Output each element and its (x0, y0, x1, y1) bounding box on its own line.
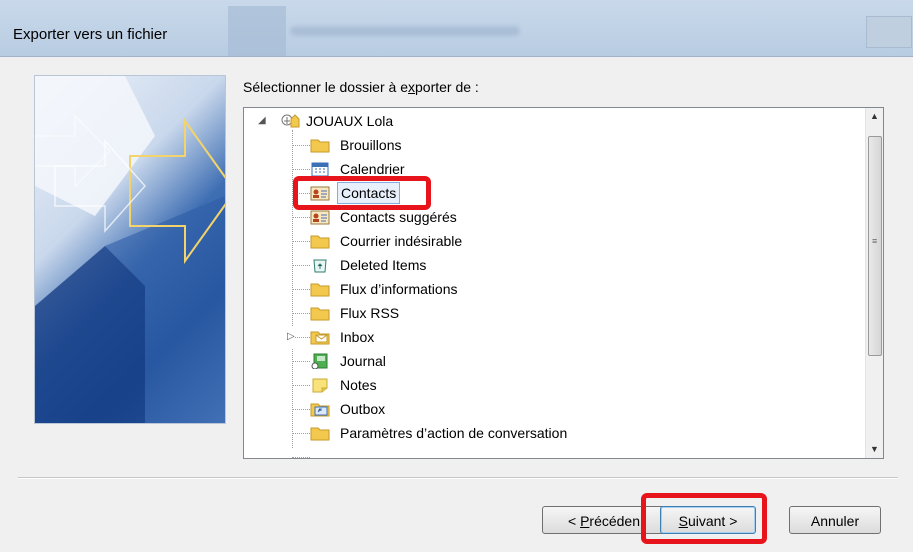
folder-icon (310, 233, 330, 249)
export-dialog: Sélectionner le dossier à exporter de : … (0, 57, 913, 552)
back-button-prefix: < (567, 513, 581, 529)
wizard-illustration (34, 75, 226, 424)
tree-root-account[interactable]: ◢ JOUAUX Lola (244, 110, 864, 132)
folder-icon (310, 137, 330, 153)
title-bar: Exporter vers un fichier (0, 0, 913, 57)
tree-item-param-tres-d-action-de-conversation[interactable]: Paramètres d’action de conversation (244, 422, 864, 444)
tree-item-contacts-sugg-r-s[interactable]: Contacts suggérés (244, 206, 864, 228)
tree-item-brouillons[interactable]: Brouillons (244, 134, 864, 156)
tree-item-flux-d-informations[interactable]: Flux d’informations (244, 278, 864, 300)
outbox-icon (310, 401, 330, 417)
tree-connector (292, 433, 310, 434)
tree-item-label: Paramètres d’action de conversation (340, 425, 568, 441)
tree-item-label: Brouillons (340, 137, 402, 153)
folder-tree[interactable]: ◢ JOUAUX Lola Brouillons Calendrier Contacts… (243, 107, 884, 459)
tree-connector (292, 241, 310, 242)
folder-prompt: Sélectionner le dossier à exporter de : (243, 79, 479, 95)
window-title: Exporter vers un fichier (13, 26, 168, 43)
tree-item-flux-rss[interactable]: Flux RSS (244, 302, 864, 324)
tree-item-label: Deleted Items (340, 257, 427, 273)
tree-connector (292, 265, 310, 266)
next-button-highlight (641, 493, 767, 544)
tree-connector (292, 313, 310, 314)
tree-connector (292, 457, 310, 458)
tree-root-label: JOUAUX Lola (306, 113, 394, 129)
trash-icon (310, 257, 330, 273)
scroll-grip-icon: ≡ (872, 236, 878, 246)
scroll-up-arrow-icon[interactable]: ▲ (866, 108, 883, 125)
background-window-title-fragment (290, 26, 520, 36)
tree-item-label: Courrier indésirable (340, 233, 463, 249)
tree-connector (292, 385, 310, 386)
folder-icon (310, 425, 330, 441)
account-icon (280, 113, 300, 129)
contacts-highlight (293, 176, 431, 210)
tree-item-label: Notes (340, 377, 377, 393)
tree-item-outbox[interactable]: Outbox (244, 398, 864, 420)
tree-scrollbar[interactable]: ▲ ≡ ▼ (865, 108, 883, 458)
expand-arrow-icon[interactable]: ▷ (287, 326, 295, 348)
tree-item-label: Inbox (340, 329, 375, 345)
tree-connector (292, 145, 310, 146)
tree-item-inbox[interactable]: ▷ Inbox (244, 326, 864, 348)
back-button-label: récéden (589, 513, 640, 529)
background-window-button-fragment (866, 16, 912, 48)
calendar-icon (310, 161, 330, 177)
back-button-accesskey: P (580, 513, 590, 529)
tree-item-label: Outbox (340, 401, 386, 417)
scroll-thumb[interactable]: ≡ (868, 136, 882, 356)
folder-icon (310, 281, 330, 297)
journal-icon (310, 353, 330, 370)
folder-icon (310, 305, 330, 321)
contacts-icon (310, 209, 330, 225)
collapse-arrow-icon[interactable]: ◢ (258, 110, 266, 132)
tree-item-label: Journal (340, 353, 386, 369)
scroll-down-arrow-icon[interactable]: ▼ (866, 441, 883, 458)
prompt-accesskey: x (408, 79, 415, 95)
tree-item-label: Contacts suggérés (340, 209, 457, 225)
tree-item-deleted-items[interactable]: Deleted Items (244, 254, 864, 276)
tree-connector (292, 289, 310, 290)
cancel-button[interactable]: Annuler (789, 506, 881, 534)
tree-item-notes[interactable]: Notes (244, 374, 864, 396)
tree-connector (292, 361, 310, 362)
notes-icon (310, 377, 330, 393)
tree-connector (292, 217, 310, 218)
prompt-text-end: porter de : (415, 79, 479, 95)
tree-connector (292, 169, 310, 170)
dialog-separator (18, 477, 898, 479)
background-window-fragment (228, 6, 286, 56)
tree-item-journal[interactable]: Journal (244, 350, 864, 372)
tree-item-courrier-ind-sirable[interactable]: Courrier indésirable (244, 230, 864, 252)
prompt-text-start: Sélectionner le dossier à e (243, 79, 408, 95)
tree-item-label: Flux d’informations (340, 281, 458, 297)
inbox-icon (310, 329, 330, 345)
tree-item-label: Flux RSS (340, 305, 400, 321)
tree-connector (292, 409, 310, 410)
